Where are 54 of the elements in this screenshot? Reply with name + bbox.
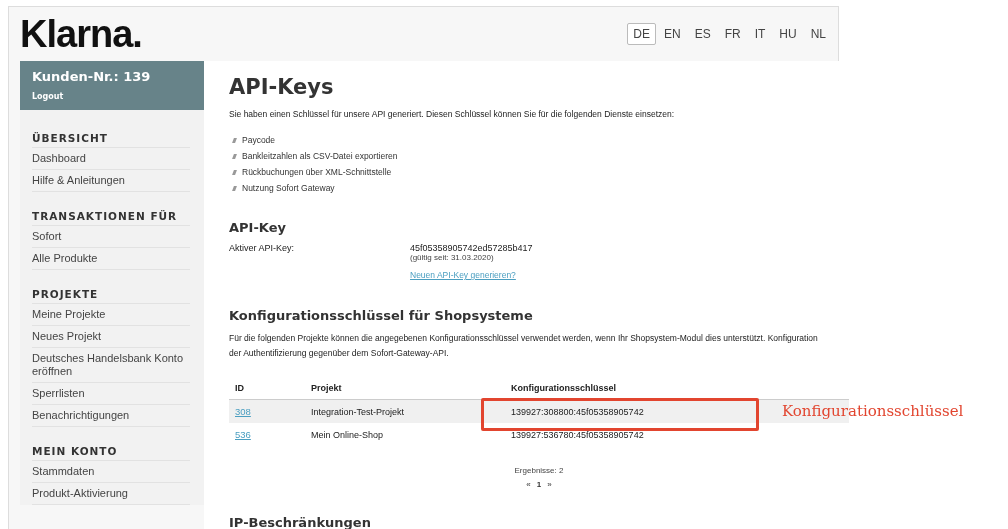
table-cell-text: Integration-Test-Projekt xyxy=(311,406,406,417)
column-header: Projekt xyxy=(311,383,343,393)
api-key-value: 45f05358905742ed57285b417 xyxy=(410,243,533,253)
section-title: API-Key xyxy=(229,220,287,235)
sidebar-heading: MEIN KONTO xyxy=(32,445,190,461)
page-link[interactable]: 1 xyxy=(536,480,542,489)
sidebar-item[interactable]: Meine Projekte xyxy=(32,304,190,326)
section-title: IP-Beschränkungen xyxy=(229,515,372,529)
previous-page-link[interactable]: « xyxy=(526,480,531,489)
service-item: Paycode xyxy=(242,134,276,147)
table-cell-text: Mein Online-Shop xyxy=(311,429,385,440)
bullet-icon xyxy=(232,185,237,191)
sidebar-item[interactable]: Stammdaten xyxy=(32,461,190,483)
language-link[interactable]: DE xyxy=(627,23,656,45)
sidebar-item[interactable]: Produkt-Aktivierung xyxy=(32,483,190,505)
config-text: Für die folgenden Projekte können die angegebenen Konfigurationsschlüssel verwendet werden, wenn Ihr Shopsystem-Modul dies unterstützt. Konfiguration der Authentifizierung gegenüber dem Sofort-Gateway-API. xyxy=(229,332,819,360)
sidebar-item[interactable]: Alle Produkte xyxy=(32,248,190,270)
language-link[interactable]: HU xyxy=(773,23,803,45)
klarna-logo: Klarna. xyxy=(20,12,142,56)
bullet-icon xyxy=(232,137,237,143)
sidebar-item[interactable]: Sofort xyxy=(32,226,190,248)
language-link[interactable]: EN xyxy=(657,23,687,45)
sidebar-item[interactable]: Benachrichtigungen xyxy=(32,405,190,427)
service-item: Bankleitzahlen als CSV-Datei exportieren xyxy=(242,150,398,163)
page-title: API-Keys xyxy=(229,75,335,99)
service-item: Rückbuchungen über XML-Schnittstelle xyxy=(242,166,392,179)
next-page-link[interactable]: » xyxy=(547,480,552,489)
language-link[interactable]: IT xyxy=(748,23,772,45)
column-header: Konfigurationsschlüssel xyxy=(511,383,618,393)
validity-text: (gültig seit: 31.03.2020) xyxy=(410,253,494,262)
customer-number: Kunden-Nr.: 139 xyxy=(32,69,152,84)
service-item: Nutzung Sofort Gateway xyxy=(242,182,335,195)
results-count: Ergebnisse: 2 xyxy=(514,466,564,475)
field-label: Aktiver API-Key: xyxy=(229,243,296,255)
column-header: ID xyxy=(235,383,245,393)
sidebar-heading: TRANSAKTIONEN FÜR xyxy=(32,210,190,226)
sidebar-item[interactable]: Dashboard xyxy=(32,148,190,170)
sidebar-item[interactable]: Sperrlisten xyxy=(32,383,190,405)
bullet-icon xyxy=(232,153,237,159)
sidebar-item[interactable]: Deutsches Handelsbank Konto eröffnen xyxy=(32,348,190,383)
intro-text: Sie haben einen Schlüssel für unsere API generiert. Diesen Schlüssel können Sie für die folgenden Dienste einsetzen: xyxy=(229,108,676,121)
language-link[interactable]: NL xyxy=(804,23,832,45)
sidebar-item[interactable]: Hilfe & Anleitungen xyxy=(32,170,190,192)
logout-link[interactable]: Logout xyxy=(32,92,64,101)
sidebar-heading: ÜBERSICHT xyxy=(32,132,190,148)
table-cell: 139927:536780:45f05358905742 xyxy=(511,429,644,440)
section-title: Konfigurationsschlüssel für Shopsysteme xyxy=(229,308,534,323)
language-link[interactable]: ES xyxy=(688,23,717,45)
annotation-text: Konfigurationsschlüssel xyxy=(782,401,964,420)
sidebar-item[interactable]: Neues Projekt xyxy=(32,326,190,348)
bullet-icon xyxy=(232,169,237,175)
table-cell: 139927:308800:45f05358905742 xyxy=(511,406,644,417)
sidebar-heading: PROJEKTE xyxy=(32,288,190,304)
language-link[interactable]: FR xyxy=(718,23,747,45)
